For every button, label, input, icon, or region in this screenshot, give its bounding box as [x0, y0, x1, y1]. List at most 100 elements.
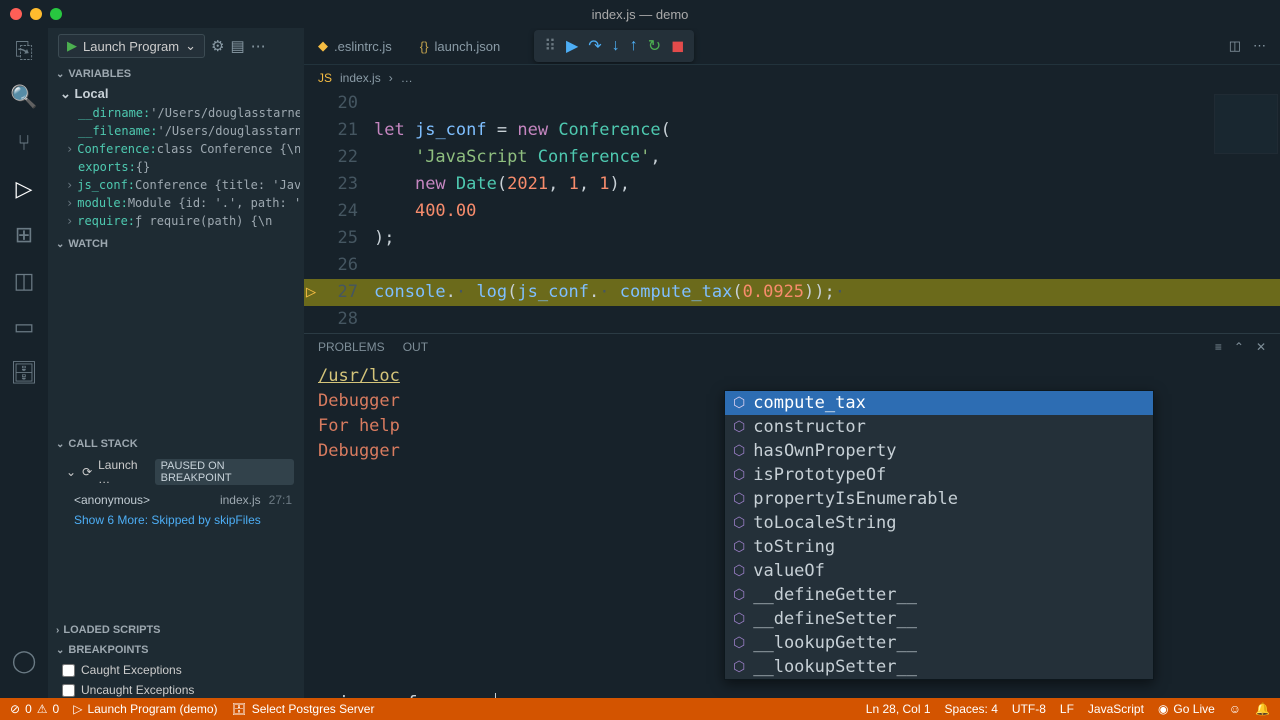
- var-dirname[interactable]: __dirname: '/Users/douglasstarne…: [52, 104, 300, 122]
- breakpoints-section[interactable]: ⌄BREAKPOINTS: [48, 640, 304, 660]
- source-control-icon[interactable]: ⑂: [11, 130, 37, 156]
- loaded-scripts-section[interactable]: ›LOADED SCRIPTS: [48, 620, 304, 640]
- window-controls: [10, 8, 62, 20]
- method-icon: ⬡: [733, 659, 745, 675]
- var-filename[interactable]: __filename: '/Users/douglasstarne…: [52, 122, 300, 140]
- bp-uncaught-exceptions[interactable]: Uncaught Exceptions: [48, 680, 304, 700]
- drag-handle-icon[interactable]: ⠿: [544, 36, 556, 56]
- autocomplete-item[interactable]: ⬡valueOf: [725, 559, 1153, 583]
- search-icon[interactable]: 🔍: [11, 84, 37, 110]
- callstack-section[interactable]: ⌄CALL STACK: [48, 434, 304, 454]
- database-icon[interactable]: 🗄: [11, 360, 37, 386]
- uncaught-checkbox[interactable]: [62, 684, 75, 697]
- editor-tabs: ◆.eslintrc.js {}launch.json ⠿ ▶ ↷ ↓ ↑ ↻ …: [304, 28, 1280, 64]
- tab-eslintrc[interactable]: ◆.eslintrc.js: [304, 28, 406, 64]
- autocomplete-item[interactable]: ⬡compute_tax: [725, 391, 1153, 415]
- status-cursor-pos[interactable]: Ln 28, Col 1: [866, 702, 931, 716]
- method-icon: ⬡: [733, 467, 745, 483]
- filter-icon[interactable]: ≡: [1215, 340, 1222, 354]
- more-actions-icon[interactable]: ⋯: [1253, 38, 1266, 54]
- method-icon: ⬡: [733, 587, 745, 603]
- var-jsconf[interactable]: ›js_conf: Conference {title: 'Jav…: [52, 176, 300, 194]
- caught-checkbox[interactable]: [62, 664, 75, 677]
- var-require[interactable]: ›require: ƒ require(path) {\n: [52, 212, 300, 230]
- tab-launch-json[interactable]: {}launch.json: [406, 28, 514, 64]
- method-icon: ⬡: [733, 611, 745, 627]
- more-icon[interactable]: ⋯: [251, 37, 266, 55]
- status-launch[interactable]: ▷Launch Program (demo): [73, 702, 217, 716]
- database-icon: 🗄: [232, 702, 247, 716]
- var-exports[interactable]: exports: {}: [52, 158, 300, 176]
- status-feedback-icon[interactable]: ☺: [1229, 702, 1241, 716]
- activity-bar: ⎘ 🔍 ⑂ ▷ ⊞ ◫ ▭ 🗄 ◯ ⚙: [0, 28, 48, 720]
- titlebar: index.js — demo: [0, 0, 1280, 28]
- run-debug-icon[interactable]: ▷: [11, 176, 37, 202]
- method-icon: ⬡: [733, 539, 745, 555]
- status-bell-icon[interactable]: 🔔: [1255, 702, 1270, 716]
- json-file-icon: {}: [420, 39, 429, 54]
- autocomplete-item[interactable]: ⬡constructor: [725, 415, 1153, 439]
- pause-status-badge: PAUSED ON BREAKPOINT: [155, 459, 294, 485]
- variables-section[interactable]: ⌄VARIABLES: [48, 64, 304, 84]
- step-into-icon[interactable]: ↓: [612, 37, 620, 55]
- error-icon: ⊘: [10, 702, 20, 716]
- stop-icon[interactable]: ◼: [671, 36, 684, 56]
- split-editor-icon[interactable]: ◫: [1229, 38, 1241, 54]
- warning-icon: ⚠: [37, 702, 48, 716]
- status-indent[interactable]: Spaces: 4: [945, 702, 998, 716]
- explorer-icon[interactable]: ⎘: [11, 38, 37, 64]
- minimap[interactable]: [1214, 94, 1278, 154]
- local-scope[interactable]: ⌄ Local: [48, 84, 304, 104]
- close-window[interactable]: [10, 8, 22, 20]
- js-file-icon: ◆: [318, 38, 328, 54]
- step-over-icon[interactable]: ↷: [588, 36, 601, 56]
- problems-tab[interactable]: PROBLEMS: [318, 340, 385, 354]
- callstack-frame[interactable]: <anonymous> index.js 27:1: [48, 490, 304, 510]
- close-panel-icon[interactable]: ✕: [1256, 340, 1266, 354]
- autocomplete-item[interactable]: ⬡__defineGetter__: [725, 583, 1153, 607]
- output-tab-truncated[interactable]: OUT: [403, 340, 428, 354]
- play-icon: ▶: [67, 38, 77, 54]
- status-encoding[interactable]: UTF-8: [1012, 702, 1046, 716]
- watch-section[interactable]: ⌄WATCH: [48, 234, 304, 254]
- autocomplete-item[interactable]: ⬡__lookupGetter__: [725, 631, 1153, 655]
- continue-icon[interactable]: ▶: [566, 36, 578, 56]
- minimize-window[interactable]: [30, 8, 42, 20]
- start-debugging-button[interactable]: ▶ Launch Program ⌄: [58, 34, 205, 58]
- status-golive[interactable]: ◉Go Live: [1158, 702, 1215, 716]
- method-icon: ⬡: [733, 515, 745, 531]
- spinner-icon: ⟳: [82, 465, 92, 479]
- autocomplete-item[interactable]: ⬡propertyIsEnumerable: [725, 487, 1153, 511]
- status-eol[interactable]: LF: [1060, 702, 1074, 716]
- status-language[interactable]: JavaScript: [1088, 702, 1144, 716]
- breadcrumb[interactable]: JS index.js › …: [304, 64, 1280, 90]
- var-module[interactable]: ›module: Module {id: '.', path: '…: [52, 194, 300, 212]
- gear-icon[interactable]: ⚙: [211, 37, 224, 55]
- status-errors[interactable]: ⊘0⚠0: [10, 702, 59, 716]
- autocomplete-item[interactable]: ⬡toString: [725, 535, 1153, 559]
- debug-floating-toolbar[interactable]: ⠿ ▶ ↷ ↓ ↑ ↻ ◼: [534, 30, 694, 62]
- docker-icon[interactable]: ◫: [11, 268, 37, 294]
- debug-config-row: ▶ Launch Program ⌄ ⚙ ▤ ⋯: [48, 28, 304, 64]
- autocomplete-popup[interactable]: ⬡compute_tax⬡constructor⬡hasOwnProperty⬡…: [724, 390, 1154, 680]
- callstack-thread[interactable]: ⌄ ⟳ Launch … PAUSED ON BREAKPOINT: [48, 454, 304, 490]
- autocomplete-item[interactable]: ⬡__defineSetter__: [725, 607, 1153, 631]
- autocomplete-item[interactable]: ⬡__lookupSetter__: [725, 655, 1153, 679]
- autocomplete-item[interactable]: ⬡isPrototypeOf: [725, 463, 1153, 487]
- autocomplete-item[interactable]: ⬡hasOwnProperty: [725, 439, 1153, 463]
- code-editor[interactable]: 2021let js_conf = new Conference(22 'Jav…: [304, 90, 1280, 333]
- misc-icon[interactable]: ▭: [11, 314, 37, 340]
- restart-icon[interactable]: ↻: [648, 36, 661, 56]
- method-icon: ⬡: [733, 635, 745, 651]
- var-conference[interactable]: ›Conference: class Conference {\n…: [52, 140, 300, 158]
- show-more-frames[interactable]: Show 6 More: Skipped by skipFiles: [48, 510, 304, 530]
- collapse-panel-icon[interactable]: ⌃: [1234, 340, 1244, 354]
- step-out-icon[interactable]: ↑: [630, 37, 638, 55]
- bp-caught-exceptions[interactable]: Caught Exceptions: [48, 660, 304, 680]
- account-icon[interactable]: ◯: [11, 648, 37, 674]
- autocomplete-item[interactable]: ⬡toLocaleString: [725, 511, 1153, 535]
- extensions-icon[interactable]: ⊞: [11, 222, 37, 248]
- zoom-window[interactable]: [50, 8, 62, 20]
- console-icon[interactable]: ▤: [230, 37, 244, 55]
- status-postgres[interactable]: 🗄Select Postgres Server: [232, 702, 375, 716]
